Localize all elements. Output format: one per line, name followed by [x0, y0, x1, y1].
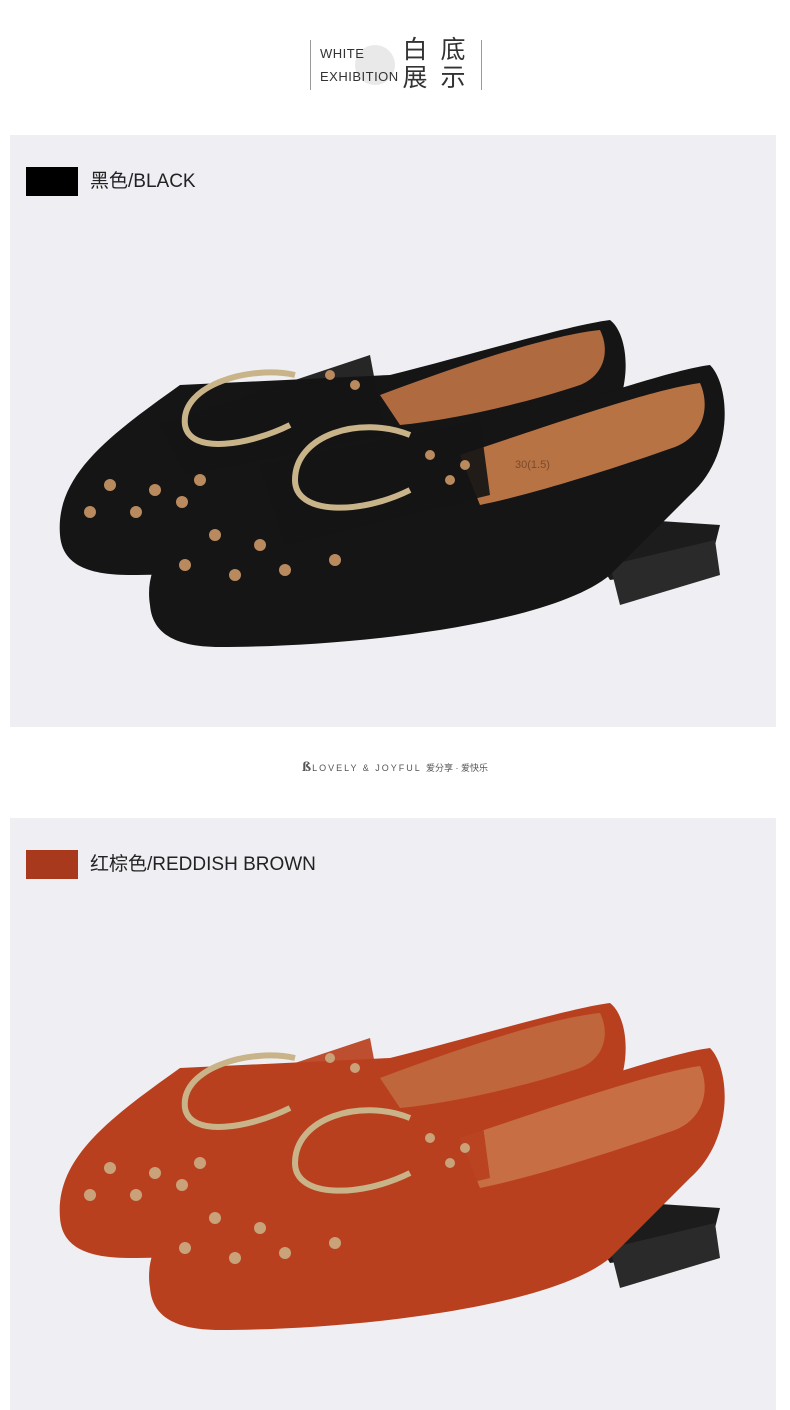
- brand-slogan-cn: 爱分享 · 爱快乐: [426, 763, 488, 773]
- brand-slogan-en: LOVELY & JOYFUL: [312, 763, 422, 773]
- product-panel-black: 30(1.5) 黑色/BLACK: [10, 135, 776, 727]
- header-chinese-col2: 底 示: [438, 36, 468, 92]
- shoe-image-black: 30(1.5): [59, 320, 725, 647]
- header-cn-char: 白: [402, 36, 428, 64]
- brand-logo-icon: ß: [301, 760, 312, 774]
- color-swatch-black: [26, 167, 78, 196]
- color-swatch-reddish-brown: [26, 850, 78, 879]
- shoe-image-reddish-brown: [59, 1003, 725, 1330]
- header-english-title: WHITE EXHIBITION: [320, 42, 399, 88]
- brand-strip: ßLOVELY & JOYFUL 爱分享 · 爱快乐: [0, 760, 790, 774]
- header-chinese-col1: 白 展: [400, 36, 430, 92]
- header-left-divider: [310, 40, 311, 90]
- color-label-black: 黑色/BLACK: [90, 171, 196, 192]
- color-label-reddish-brown: 红棕色/REDDISH BROWN: [90, 854, 316, 875]
- header-cn-char: 示: [440, 64, 466, 92]
- header-title-line2: EXHIBITION: [320, 69, 399, 84]
- page-header: WHITE EXHIBITION 白 展 底 示: [0, 0, 790, 135]
- product-panel-reddish-brown: 红棕色/REDDISH BROWN: [10, 818, 776, 1410]
- header-cn-char: 展: [402, 64, 428, 92]
- header-title-line1: WHITE: [320, 46, 365, 61]
- header-cn-char: 底: [440, 36, 466, 64]
- insole-stamp: 30(1.5): [515, 459, 550, 471]
- header-right-divider: [481, 40, 482, 90]
